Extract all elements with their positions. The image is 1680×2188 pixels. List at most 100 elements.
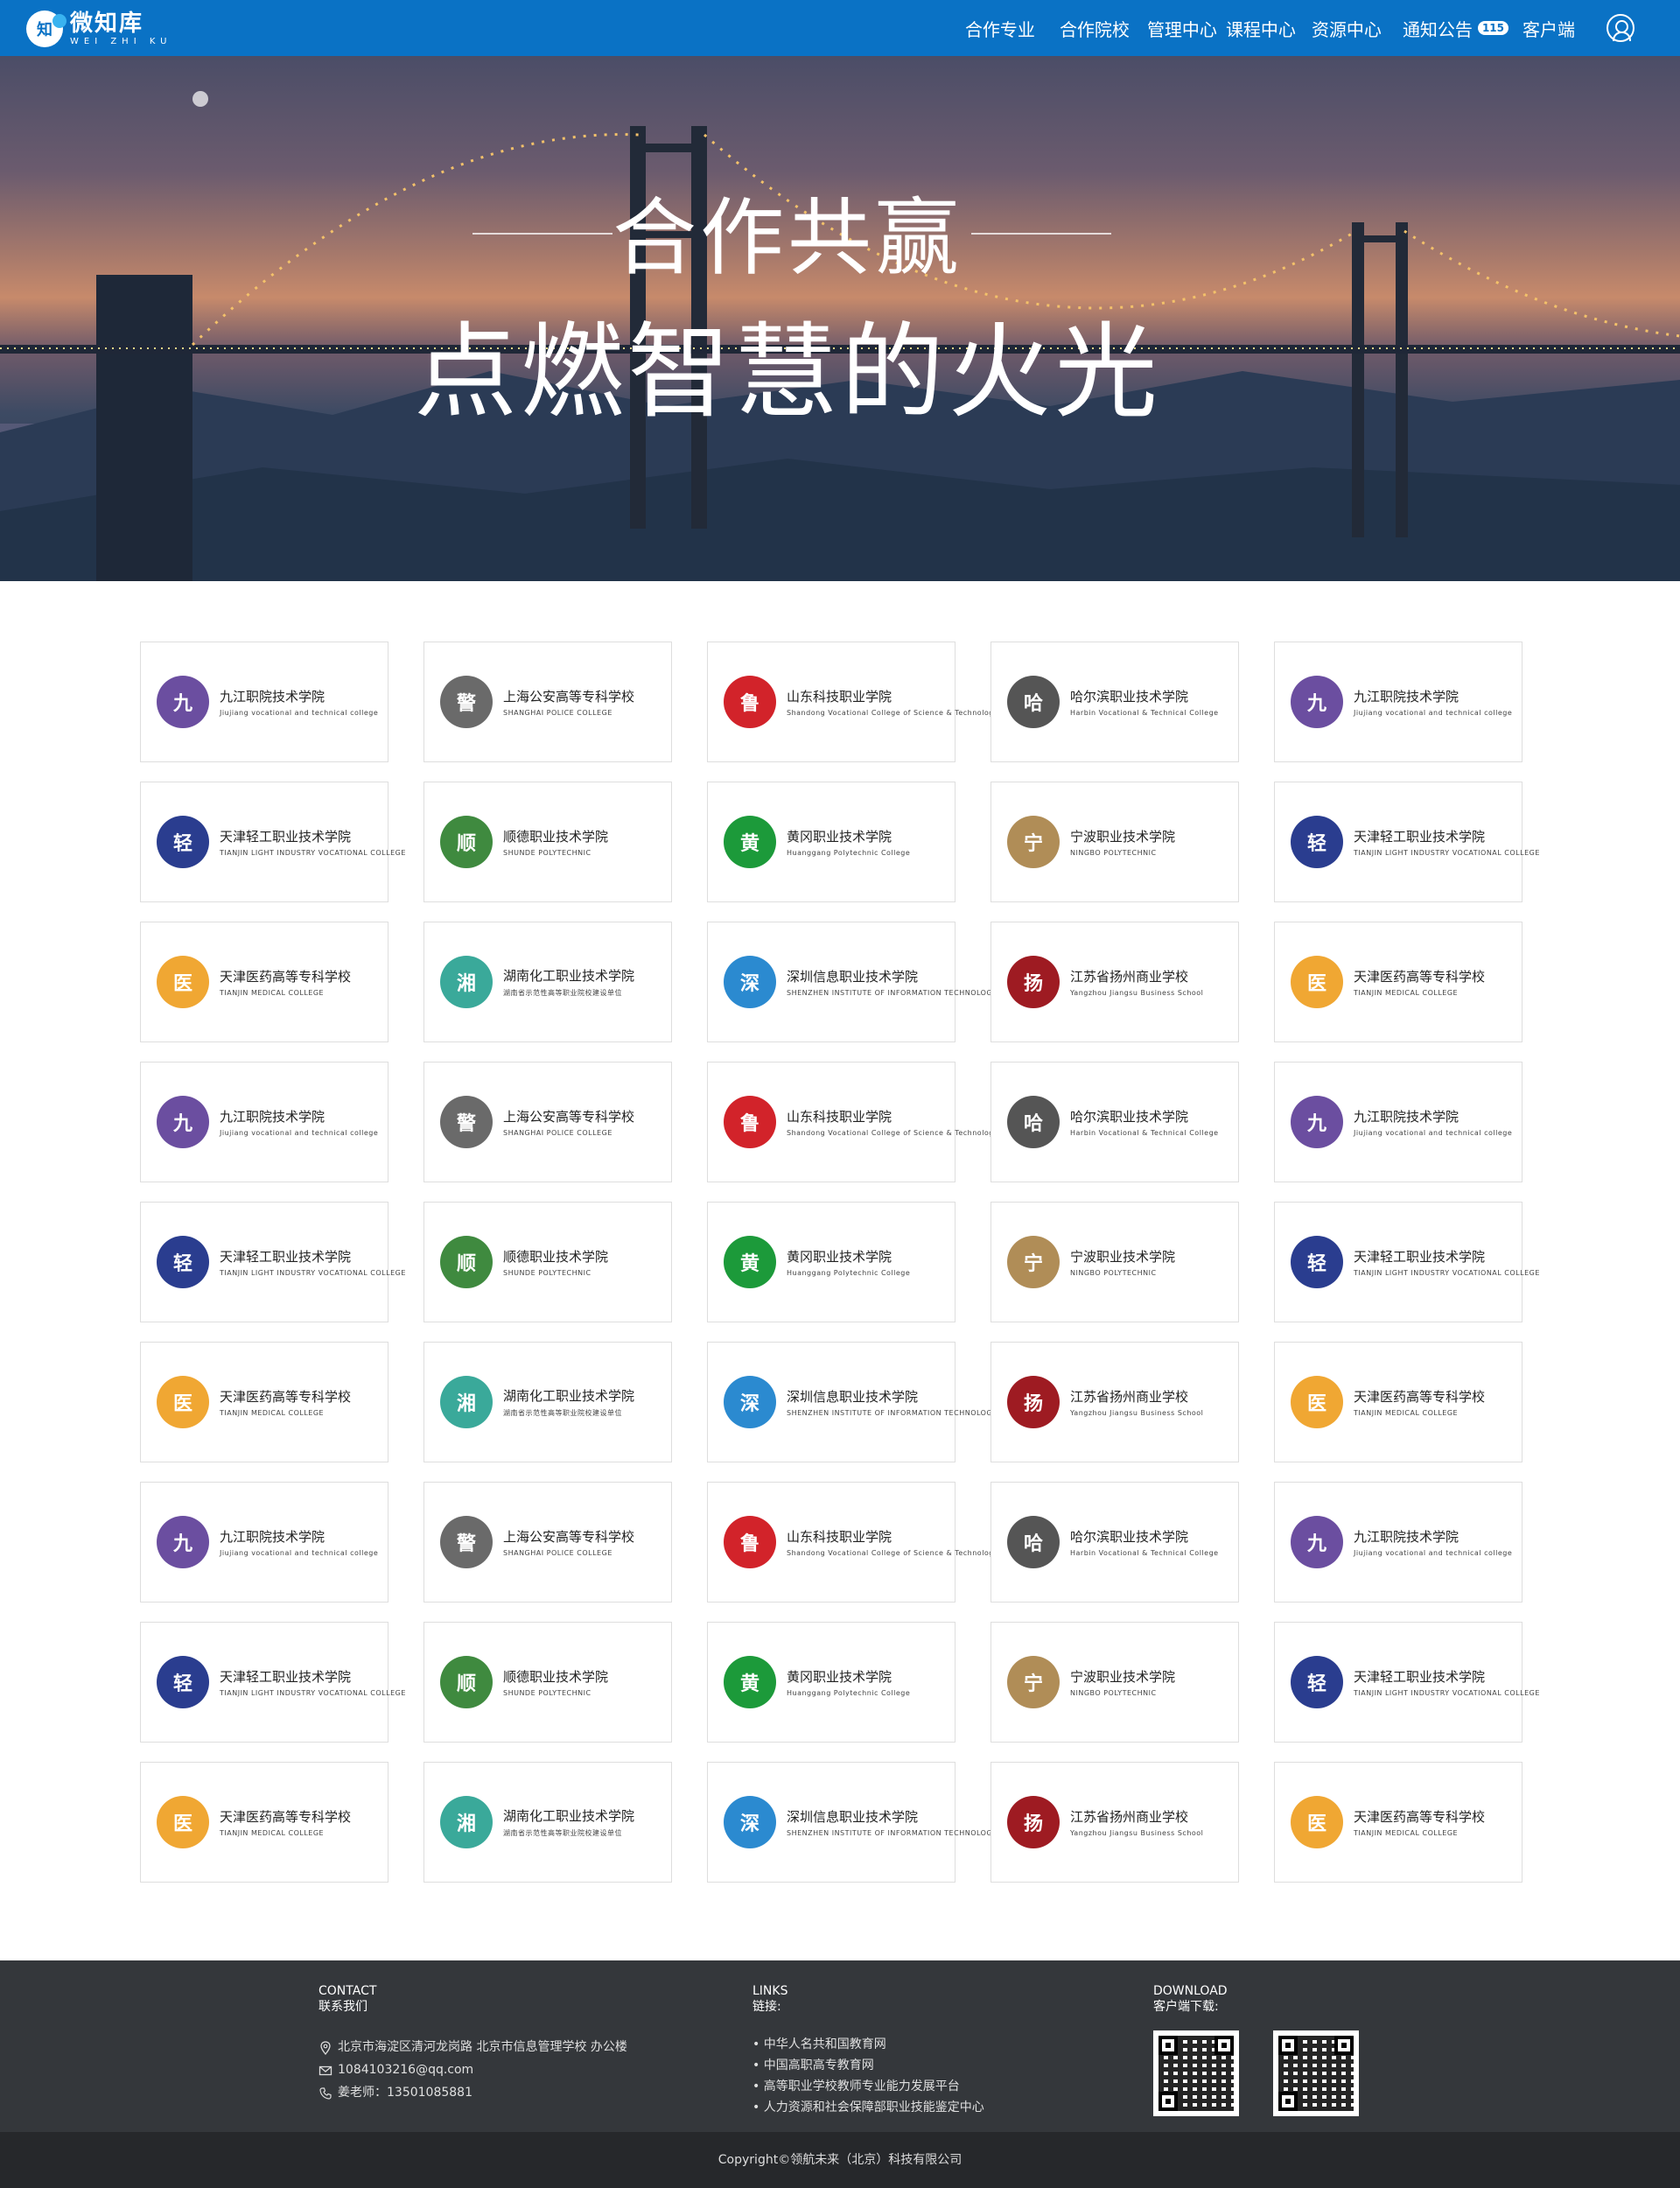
school-card[interactable]: 轻 天津轻工职业技术学院 TIANJIN LIGHT INDUSTRY VOCATI…	[1274, 1622, 1539, 1743]
school-card[interactable]: 警 上海公安高等专科学校 SHANGHAI POLICE COLLEGE	[424, 642, 672, 762]
nav-item-course-center[interactable]: 课程中心	[1226, 16, 1296, 41]
school-card[interactable]: 黄 黄冈职业技术学院 Huanggang Polytechnic College	[707, 1622, 956, 1743]
school-card[interactable]: 警 上海公安高等专科学校 SHANGHAI POLICE COLLEGE	[424, 1482, 672, 1602]
school-card[interactable]: 轻 天津轻工职业技术学院 TIANJIN LIGHT INDUSTRY VOCATI…	[140, 1622, 405, 1743]
school-name-cn: 天津医药高等专科学校	[1354, 1809, 1486, 1825]
school-card[interactable]: 宁 宁波职业技术学院 NINGBO POLYTECHNIC	[990, 1202, 1239, 1322]
school-emblem-icon: 警	[440, 676, 493, 728]
qr-code-android[interactable]	[1153, 2030, 1239, 2116]
school-card[interactable]: 深 深圳信息职业技术学院 SHENZHEN INSTITUTE OF INFORMA…	[707, 1342, 997, 1462]
school-card[interactable]: 鲁 山东科技职业学院 Shandong Vocational College of …	[707, 1062, 998, 1182]
school-card[interactable]: 深 深圳信息职业技术学院 SHENZHEN INSTITUTE OF INFORMA…	[707, 1762, 997, 1883]
school-card[interactable]: 医 天津医药高等专科学校 TIANJIN MEDICAL COLLEGE	[1274, 922, 1522, 1042]
school-card[interactable]: 哈 哈尔滨职业技术学院 Harbin Vocational & Technical …	[990, 1482, 1239, 1602]
link-skills-center[interactable]: • 人力资源和社会保障部职业技能鉴定中心	[752, 2097, 984, 2118]
nav-item-partner-majors[interactable]: 合作专业	[965, 16, 1035, 41]
school-name-cn: 天津轻工职业技术学院	[1354, 829, 1486, 845]
school-emblem-glyph: 九	[1306, 693, 1326, 715]
school-card[interactable]: 医 天津医药高等专科学校 TIANJIN MEDICAL COLLEGE	[1274, 1342, 1522, 1462]
school-emblem-glyph: 医	[172, 973, 192, 995]
school-card[interactable]: 九 九江职院技术学院 Jiujiang vocational and technic…	[140, 642, 388, 762]
hero-title: 合作共赢	[612, 189, 962, 287]
school-card[interactable]: 哈 哈尔滨职业技术学院 Harbin Vocational & Technical …	[990, 1062, 1239, 1182]
school-name-cn: 顺德职业技术学院	[503, 1669, 609, 1685]
hero-banner: 合作共赢 点燃智慧的火光	[0, 56, 1680, 581]
nav-item-notices[interactable]: 通知公告 115	[1403, 16, 1508, 41]
school-card[interactable]: 九 九江职院技术学院 Jiujiang vocational and technic…	[1274, 642, 1522, 762]
school-card[interactable]: 鲁 山东科技职业学院 Shandong Vocational College of …	[707, 1482, 998, 1602]
school-name-en: 湖南省示范性高等职业院校建设单位	[503, 1409, 622, 1417]
school-card[interactable]: 医 天津医药高等专科学校 TIANJIN MEDICAL COLLEGE	[1274, 1762, 1522, 1883]
link-moe[interactable]: • 中华人名共和国教育网	[752, 2034, 984, 2055]
carousel-indicator[interactable]	[192, 91, 208, 107]
school-emblem-icon: 九	[157, 1096, 209, 1148]
school-emblem-icon: 湘	[440, 1376, 493, 1428]
school-emblem-glyph: 扬	[1023, 1813, 1043, 1835]
school-emblem-icon: 轻	[1291, 1656, 1343, 1708]
school-emblem-icon: 顺	[440, 1656, 493, 1708]
link-teacher-platform[interactable]: • 高等职业学校教师专业能力发展平台	[752, 2076, 984, 2097]
school-name-en: Shandong Vocational College of Science &…	[787, 709, 999, 717]
school-emblem-glyph: 顺	[456, 833, 476, 855]
school-emblem-icon: 哈	[1007, 1516, 1060, 1568]
school-emblem-icon: 轻	[1291, 816, 1343, 868]
school-card[interactable]: 医 天津医药高等专科学校 TIANJIN MEDICAL COLLEGE	[140, 1762, 388, 1883]
school-card[interactable]: 九 九江职院技术学院 Jiujiang vocational and technic…	[1274, 1482, 1522, 1602]
school-emblem-glyph: 湘	[456, 973, 476, 995]
school-emblem-icon: 医	[157, 1376, 209, 1428]
school-card[interactable]: 警 上海公安高等专科学校 SHANGHAI POLICE COLLEGE	[424, 1062, 672, 1182]
school-name-en: TIANJIN MEDICAL COLLEGE	[1354, 989, 1459, 997]
school-emblem-glyph: 警	[456, 1113, 476, 1135]
school-card[interactable]: 湘 湖南化工职业技术学院 湖南省示范性高等职业院校建设单位	[424, 922, 672, 1042]
school-card[interactable]: 宁 宁波职业技术学院 NINGBO POLYTECHNIC	[990, 782, 1239, 902]
email-text[interactable]: 1084103216@qq.com	[338, 2058, 473, 2081]
school-card[interactable]: 顺 顺德职业技术学院 SHUNDE POLYTECHNIC	[424, 1202, 672, 1322]
school-card[interactable]: 医 天津医药高等专科学校 TIANJIN MEDICAL COLLEGE	[140, 922, 388, 1042]
qr-code-ios[interactable]	[1273, 2030, 1359, 2116]
school-card[interactable]: 扬 江苏省扬州商业学校 Yangzhou Jiangsu Business Scho…	[990, 1342, 1239, 1462]
school-card[interactable]: 黄 黄冈职业技术学院 Huanggang Polytechnic College	[707, 782, 956, 902]
school-card[interactable]: 九 九江职院技术学院 Jiujiang vocational and technic…	[1274, 1062, 1522, 1182]
school-name-en: Harbin Vocational & Technical College	[1070, 1549, 1219, 1557]
school-card[interactable]: 哈 哈尔滨职业技术学院 Harbin Vocational & Technical …	[990, 642, 1239, 762]
link-higher-vocational[interactable]: • 中国高职高专教育网	[752, 2055, 984, 2076]
school-card[interactable]: 深 深圳信息职业技术学院 SHENZHEN INSTITUTE OF INFORMA…	[707, 922, 997, 1042]
school-card[interactable]: 九 九江职院技术学院 Jiujiang vocational and technic…	[140, 1482, 388, 1602]
contact-heading: CONTACT	[318, 1984, 377, 1998]
school-emblem-glyph: 医	[1306, 973, 1326, 995]
nav-item-partner-schools[interactable]: 合作院校	[1060, 16, 1130, 41]
school-card[interactable]: 轻 天津轻工职业技术学院 TIANJIN LIGHT INDUSTRY VOCATI…	[140, 782, 405, 902]
school-card[interactable]: 轻 天津轻工职业技术学院 TIANJIN LIGHT INDUSTRY VOCATI…	[140, 1202, 405, 1322]
school-card[interactable]: 湘 湖南化工职业技术学院 湖南省示范性高等职业院校建设单位	[424, 1762, 672, 1883]
school-name-cn: 九江职院技术学院	[1354, 689, 1460, 705]
school-name-cn: 江苏省扬州商业学校	[1070, 1809, 1189, 1825]
brand-logo[interactable]: 知 微知库 WEI ZHI KU	[26, 7, 172, 51]
school-card[interactable]: 湘 湖南化工职业技术学院 湖南省示范性高等职业院校建设单位	[424, 1342, 672, 1462]
school-emblem-glyph: 宁	[1023, 1673, 1043, 1695]
school-card[interactable]: 顺 顺德职业技术学院 SHUNDE POLYTECHNIC	[424, 1622, 672, 1743]
school-card[interactable]: 扬 江苏省扬州商业学校 Yangzhou Jiangsu Business Scho…	[990, 1762, 1239, 1883]
school-emblem-icon: 扬	[1007, 956, 1060, 1008]
user-account-icon[interactable]	[1606, 14, 1634, 42]
school-card[interactable]: 轻 天津轻工职业技术学院 TIANJIN LIGHT INDUSTRY VOCATI…	[1274, 1202, 1539, 1322]
school-card[interactable]: 宁 宁波职业技术学院 NINGBO POLYTECHNIC	[990, 1622, 1239, 1743]
school-card[interactable]: 鲁 山东科技职业学院 Shandong Vocational College of …	[707, 642, 998, 762]
school-name-en: TIANJIN MEDICAL COLLEGE	[1354, 1829, 1459, 1837]
school-card[interactable]: 九 九江职院技术学院 Jiujiang vocational and technic…	[140, 1062, 388, 1182]
school-card[interactable]: 顺 顺德职业技术学院 SHUNDE POLYTECHNIC	[424, 782, 672, 902]
school-emblem-glyph: 湘	[456, 1393, 476, 1415]
school-card[interactable]: 医 天津医药高等专科学校 TIANJIN MEDICAL COLLEGE	[140, 1342, 388, 1462]
school-card[interactable]: 扬 江苏省扬州商业学校 Yangzhou Jiangsu Business Scho…	[990, 922, 1239, 1042]
school-name-en: Yangzhou Jiangsu Business School	[1070, 1409, 1204, 1417]
nav-item-management-center[interactable]: 管理中心	[1147, 16, 1217, 41]
school-card[interactable]: 黄 黄冈职业技术学院 Huanggang Polytechnic College	[707, 1202, 956, 1322]
school-name-cn: 天津医药高等专科学校	[1354, 969, 1486, 985]
nav-item-resource-center[interactable]: 资源中心	[1312, 16, 1382, 41]
school-emblem-glyph: 九	[1306, 1533, 1326, 1555]
nav-item-client[interactable]: 客户端	[1522, 16, 1575, 41]
school-name-en: Harbin Vocational & Technical College	[1070, 709, 1219, 717]
brand-title: 微知库	[70, 11, 144, 37]
school-card[interactable]: 轻 天津轻工职业技术学院 TIANJIN LIGHT INDUSTRY VOCATI…	[1274, 782, 1539, 902]
top-nav-bar: 知 微知库 WEI ZHI KU 合作专业 合作院校 管理中心 课程中心 资源中…	[0, 0, 1680, 56]
school-emblem-icon: 鲁	[724, 676, 776, 728]
